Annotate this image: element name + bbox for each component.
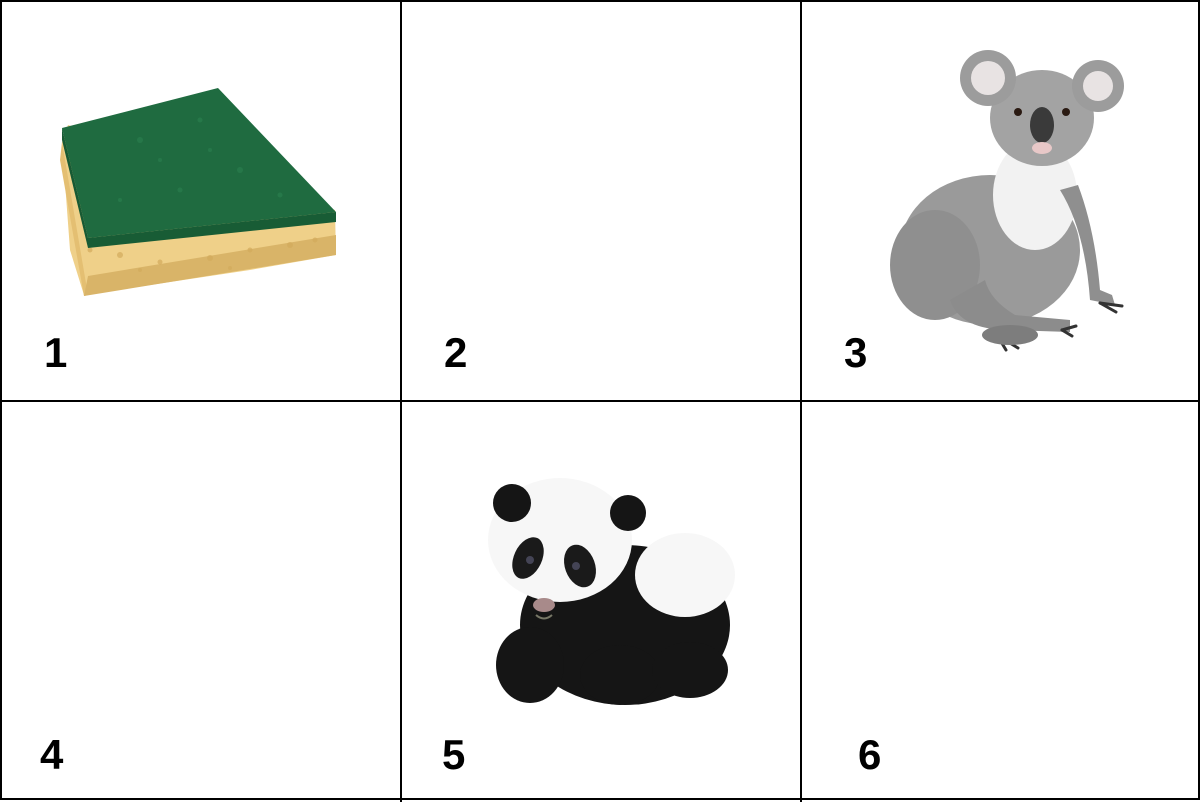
cell-number: 5	[442, 731, 466, 778]
cell-2: 2	[400, 0, 800, 400]
cell-number: 2	[444, 329, 468, 376]
cell-5: 5	[400, 400, 800, 800]
cell-number: 6	[858, 731, 882, 778]
cell-number: 4	[40, 731, 64, 778]
cell-1: 1	[0, 0, 400, 400]
cell-6: 6	[800, 400, 1200, 800]
cell-4: 4	[0, 400, 400, 800]
cell-number: 1	[44, 329, 68, 376]
cell-3: 3	[800, 0, 1200, 400]
cell-number: 3	[844, 329, 868, 376]
